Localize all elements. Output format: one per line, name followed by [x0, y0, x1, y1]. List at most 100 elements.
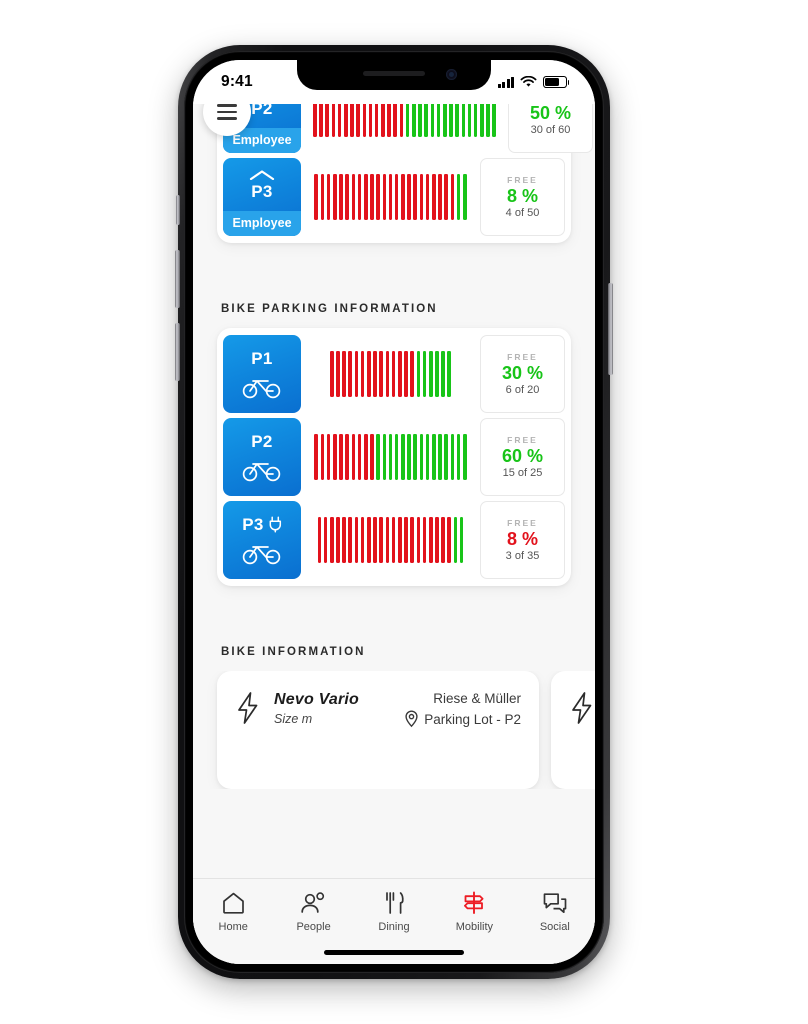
parking-tag-p3: P3 Employee — [223, 158, 301, 236]
signpost-icon — [464, 891, 484, 914]
power-plug-icon — [269, 515, 281, 533]
parking-id: P1 — [251, 348, 273, 368]
bike-info-meta: Riese & Müller Parking Lot - P2 — [404, 691, 521, 728]
occupancy-bar-segment — [370, 434, 374, 480]
occupancy-bar-segment — [357, 174, 362, 220]
tab-label: Social — [539, 921, 570, 933]
free-percent: 8 % — [506, 185, 539, 206]
occupancy-bar-segment — [351, 434, 356, 480]
occupancy-bar-segment — [388, 434, 393, 480]
free-count: 15 of 25 — [502, 467, 543, 480]
bike-parking-row[interactable]: P3 FREE 8 % 3 of 35 — [223, 501, 565, 579]
bicycle-icon — [242, 545, 281, 564]
occupancy-bar-segment — [394, 434, 399, 480]
occupancy-bar-segment — [339, 434, 343, 480]
occupancy-bar-segment — [382, 174, 387, 220]
bike-info-card[interactable]: S — [551, 671, 595, 789]
bike-parking-row[interactable]: P2 FREE 60 % 15 of 25 — [223, 418, 565, 496]
occupancy-bar-segment — [360, 517, 365, 563]
occupancy-bar-segment — [419, 174, 424, 220]
occupancy-bar-segment — [447, 351, 452, 397]
free-count: 3 of 35 — [505, 550, 540, 563]
occupancy-bar-segment — [345, 174, 349, 220]
occupancy-bar-segment — [410, 351, 414, 397]
occupancy-bar-chart — [301, 501, 480, 579]
bike-info-main: Nevo Vario Size m — [274, 691, 359, 726]
volume-down-button[interactable] — [175, 323, 180, 381]
volume-up-button[interactable] — [175, 250, 180, 308]
bike-location-text: Parking Lot - P2 — [424, 711, 521, 727]
wifi-icon — [520, 76, 537, 87]
occupancy-bar-segment — [450, 174, 455, 220]
occupancy-bar-segment — [428, 351, 433, 397]
occupancy-bar-segment — [345, 434, 349, 480]
occupancy-bar-segment — [432, 174, 436, 220]
earpiece-speaker-icon — [363, 71, 425, 76]
bike-brand: Riese & Müller — [433, 691, 521, 706]
free-percent: 8 % — [506, 528, 539, 549]
tab-label: People — [296, 921, 331, 933]
occupancy-bar-segment — [354, 351, 359, 397]
occupancy-bar-segment — [453, 517, 458, 563]
occupancy-bar-segment — [336, 351, 340, 397]
occupancy-bar-chart — [301, 418, 480, 496]
occupancy-bar-segment — [401, 434, 405, 480]
tab-mobility[interactable]: Mobility — [434, 891, 514, 933]
people-icon — [301, 892, 325, 913]
free-percent: 30 % — [501, 362, 544, 383]
bike-info-card[interactable]: Nevo Vario Size m Riese & Müller Parking… — [217, 671, 539, 789]
bike-location: Parking Lot - P2 — [404, 710, 521, 728]
bike-information-section-title: BIKE INFORMATION — [221, 646, 366, 658]
occupancy-bar-segment — [435, 517, 439, 563]
car-parking-row[interactable]: P3 Employee FREE 8 % 4 of 50 — [223, 158, 565, 236]
occupancy-bar-segment — [407, 174, 411, 220]
screenshot-canvas: 9:41 P2 Employee 50 % 30 of 60 P3 Employ… — [0, 0, 808, 1024]
mute-switch-button[interactable] — [176, 195, 180, 225]
occupancy-bar-segment — [333, 434, 337, 480]
parking-id: P3 — [251, 182, 273, 201]
scroll-content[interactable]: P2 Employee FREE 50 % 30 of 60 — [193, 68, 595, 964]
occupancy-bar-segment — [382, 434, 387, 480]
chat-bubbles-icon — [543, 893, 567, 914]
parking-badge: Employee — [223, 211, 301, 236]
free-label: FREE — [507, 174, 538, 185]
parking-id: P2 — [251, 431, 273, 451]
tab-label: Dining — [378, 921, 410, 933]
occupancy-bar-segment — [444, 174, 448, 220]
free-count: 6 of 20 — [505, 384, 540, 397]
occupancy-bar-segment — [326, 174, 331, 220]
tab-home[interactable]: Home — [193, 891, 273, 933]
bike-parking-tag-p1: P1 — [223, 335, 301, 413]
occupancy-bar-segment — [320, 174, 325, 220]
occupancy-bar-segment — [339, 174, 343, 220]
occupancy-bar-segment — [370, 174, 374, 220]
occupancy-bar-segment — [320, 434, 325, 480]
occupancy-bar-segment — [401, 174, 405, 220]
occupancy-bar-segment — [348, 351, 353, 397]
occupancy-bar-segment — [404, 351, 408, 397]
occupancy-bar-segment — [376, 434, 380, 480]
bike-information-carousel[interactable]: Nevo Vario Size m Riese & Müller Parking… — [193, 671, 595, 789]
occupancy-bar-segment — [379, 351, 384, 397]
phone-screen: 9:41 P2 Employee 50 % 30 of 60 P3 Employ… — [193, 60, 595, 964]
occupancy-bar-segment — [428, 517, 433, 563]
occupancy-bar-segment — [441, 351, 445, 397]
free-label: FREE — [507, 351, 538, 362]
occupancy-bar-segment — [323, 517, 328, 563]
occupancy-bar-segment — [416, 351, 421, 397]
bottom-tab-bar: Home People Dining Mobility Social — [193, 878, 595, 964]
bike-parking-section-title: BIKE PARKING INFORMATION — [221, 303, 438, 315]
occupancy-stats: FREE 8 % 3 of 35 — [480, 501, 565, 579]
occupancy-bar-segment — [363, 174, 368, 220]
bike-parking-card-group: P1 FREE 30 % 6 of 20 P2 FREE 60 % 15 of … — [217, 328, 571, 586]
bicycle-icon — [242, 462, 281, 481]
tab-social[interactable]: Social — [515, 891, 595, 933]
occupancy-bar-segment — [342, 351, 346, 397]
tab-people[interactable]: People — [273, 891, 353, 933]
power-button[interactable] — [608, 283, 613, 375]
bike-parking-row[interactable]: P1 FREE 30 % 6 of 20 — [223, 335, 565, 413]
tab-dining[interactable]: Dining — [354, 891, 434, 933]
home-indicator[interactable] — [324, 950, 464, 955]
occupancy-bar-segment — [462, 174, 467, 220]
occupancy-bar-segment — [314, 434, 319, 480]
